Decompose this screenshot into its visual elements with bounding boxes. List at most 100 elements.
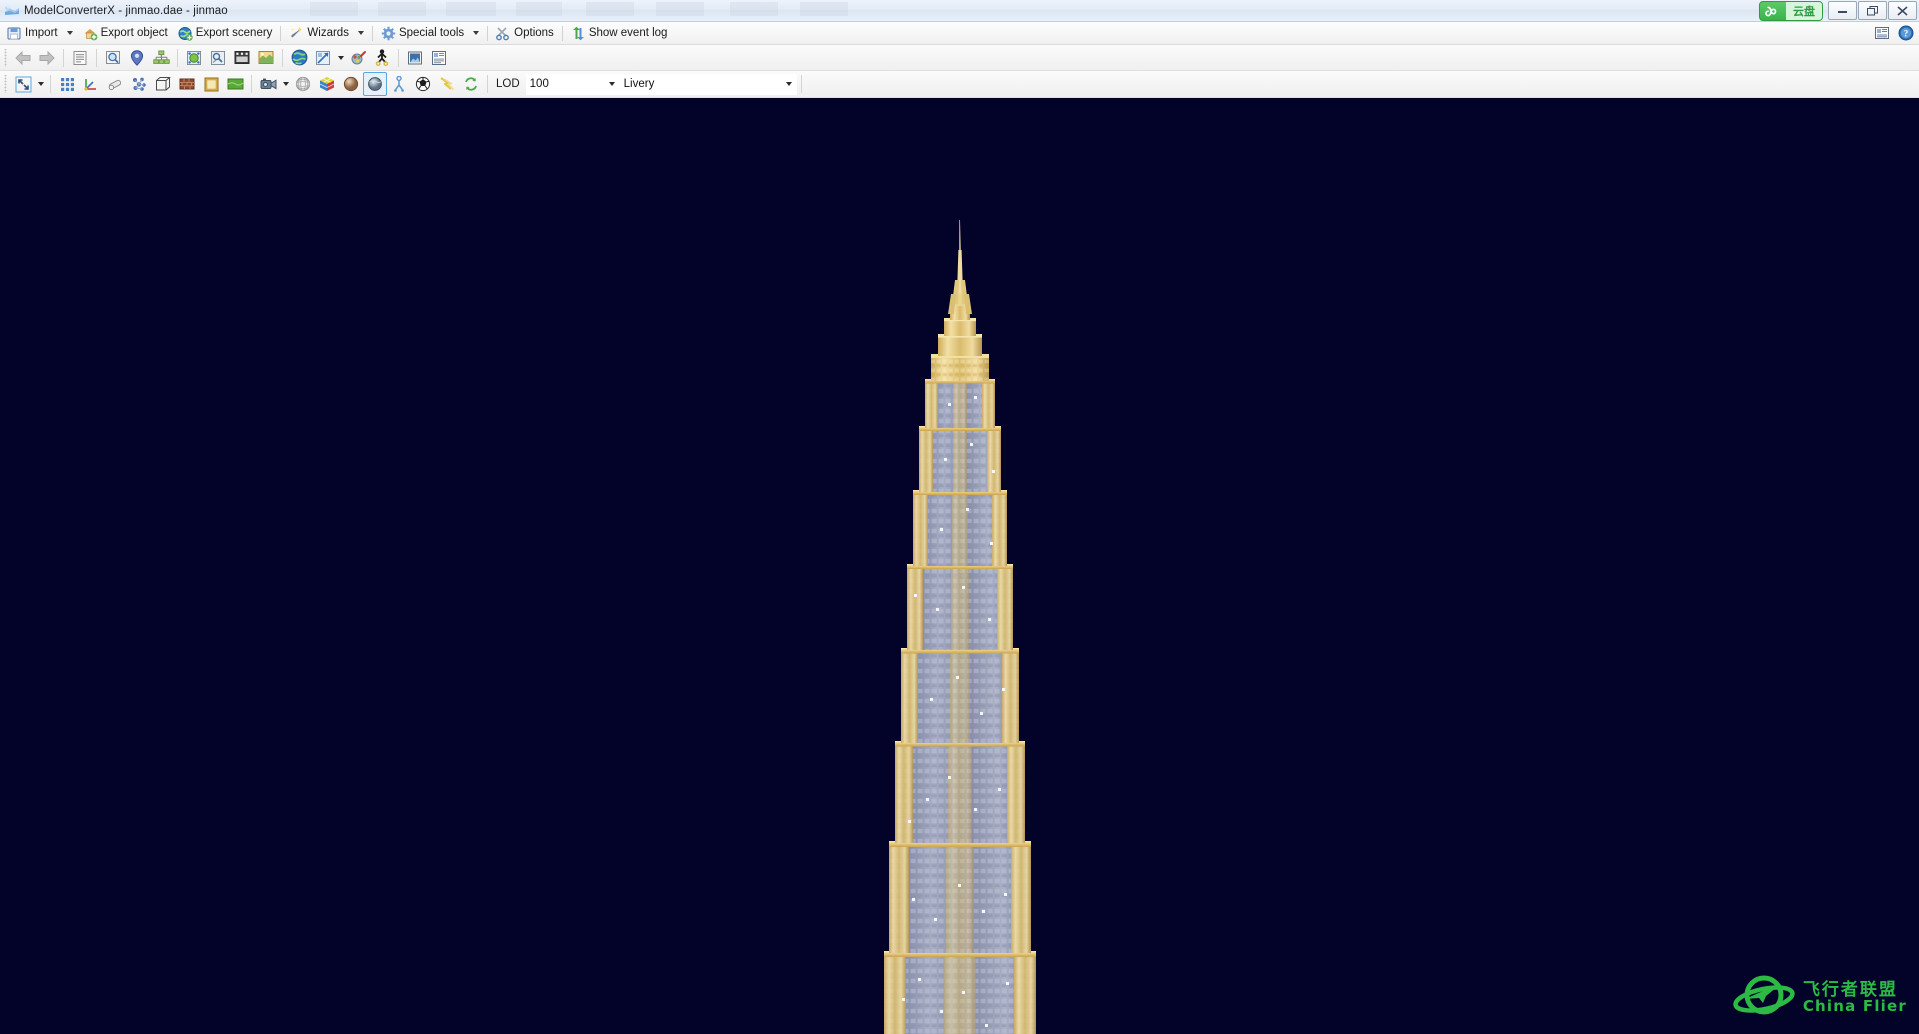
cloud-disk-icon	[1760, 2, 1786, 20]
special-tools-icon	[381, 26, 396, 41]
event-log-icon	[571, 26, 586, 41]
toolbar-separator	[487, 75, 488, 93]
toolbar-separator	[50, 75, 51, 93]
wireframe-box-icon[interactable]	[151, 72, 175, 96]
axis-icon[interactable]	[79, 72, 103, 96]
toolbar-view: LOD 100 Livery	[0, 71, 1919, 98]
crash-icon[interactable]	[254, 46, 278, 70]
menu-export-scenery-label: Export scenery	[195, 27, 273, 39]
camera-icon[interactable]	[256, 72, 280, 96]
menu-special-tools-label: Special tools	[398, 27, 465, 39]
menu-bar: Import Export object Export scenery Wiza…	[0, 22, 1919, 45]
eraser-icon[interactable]	[103, 72, 127, 96]
menu-export-scenery[interactable]: Export scenery	[173, 22, 278, 44]
modelconverterx-icon	[4, 3, 20, 19]
color-cube-icon[interactable]	[315, 72, 339, 96]
menu-options[interactable]: Options	[491, 22, 559, 44]
chevron-down-icon[interactable]	[357, 31, 364, 35]
fit-to-view-icon[interactable]	[11, 72, 35, 96]
chevron-down-icon[interactable]	[606, 75, 619, 94]
screenshot-icon[interactable]	[403, 46, 427, 70]
vertices-icon[interactable]	[127, 72, 151, 96]
chevron-down-icon[interactable]	[335, 47, 346, 69]
attach-point-icon[interactable]	[370, 46, 394, 70]
menu-bar-right-icons: ?	[1872, 23, 1916, 43]
menu-separator	[561, 25, 563, 41]
night-lighting-icon[interactable]	[363, 72, 387, 96]
magnifier-icon[interactable]	[101, 46, 125, 70]
menu-import-label: Import	[25, 27, 58, 39]
toolbar-separator	[251, 75, 252, 93]
bones-icon[interactable]	[387, 72, 411, 96]
menu-export-object[interactable]: Export object	[78, 22, 173, 44]
toolbar-grip[interactable]	[3, 75, 9, 93]
livery-value: Livery	[623, 78, 655, 90]
lightning-icon[interactable]	[435, 72, 459, 96]
close-button[interactable]	[1888, 1, 1917, 20]
restore-button[interactable]	[1858, 1, 1887, 20]
menu-wizards[interactable]: Wizards	[284, 22, 369, 44]
application-window: ModelConverterX - jinmao.dae - jinmao 云盘	[0, 0, 1919, 1034]
window-title: ModelConverterX - jinmao.dae - jinmao	[24, 4, 228, 17]
shaded-sphere-icon[interactable]	[339, 72, 363, 96]
options-icon	[496, 26, 511, 41]
material-editor-icon[interactable]	[182, 46, 206, 70]
arrow-right-icon[interactable]	[35, 46, 59, 70]
lod-label: LOD	[496, 78, 520, 90]
china-flier-planet-logo	[1733, 972, 1795, 1024]
chevron-down-icon[interactable]	[35, 73, 46, 95]
chevron-down-icon[interactable]	[66, 31, 73, 35]
menu-separator	[280, 25, 282, 41]
report-icon[interactable]	[1872, 23, 1892, 43]
help-icon[interactable]: ?	[1896, 23, 1916, 43]
import-icon	[7, 26, 22, 41]
cloud-disk-label: 云盘	[1786, 2, 1822, 20]
ground-plane-icon[interactable]	[223, 72, 247, 96]
cloud-disk-badge[interactable]: 云盘	[1759, 1, 1823, 21]
minimize-button[interactable]	[1828, 1, 1857, 20]
export-object-icon	[83, 26, 98, 41]
chevron-down-icon[interactable]	[783, 75, 796, 94]
drawcall-icon[interactable]	[311, 46, 335, 70]
toolbar-separator	[800, 75, 802, 93]
mesh-sphere-icon[interactable]	[291, 72, 315, 96]
menu-show-event-log-label: Show event log	[588, 27, 668, 39]
lod-combobox[interactable]: 100	[525, 73, 620, 95]
refresh-icon[interactable]	[459, 72, 483, 96]
list-icon[interactable]	[68, 46, 92, 70]
toolbar-primary	[0, 45, 1919, 71]
menu-special-tools[interactable]: Special tools	[376, 22, 484, 44]
title-bar: ModelConverterX - jinmao.dae - jinmao 云盘	[0, 0, 1919, 22]
toolbar-separator	[96, 48, 97, 67]
menu-export-object-label: Export object	[100, 27, 168, 39]
globe-icon[interactable]	[287, 46, 311, 70]
attached-objects-icon[interactable]	[206, 46, 230, 70]
menu-import[interactable]: Import	[2, 22, 78, 44]
svg-text:?: ?	[1904, 29, 1909, 39]
checker-sphere-icon[interactable]	[411, 72, 435, 96]
texture-tools-icon[interactable]	[346, 46, 370, 70]
hierarchy-icon[interactable]	[149, 46, 173, 70]
toolbar-separator	[398, 48, 399, 67]
background-window-tabs	[300, 2, 940, 16]
flat-shading-icon[interactable]	[199, 72, 223, 96]
toolbar-separator	[63, 48, 64, 67]
arrow-left-icon[interactable]	[11, 46, 35, 70]
menu-show-event-log[interactable]: Show event log	[566, 22, 673, 44]
watermark-line-en: China Flier	[1802, 997, 1907, 1016]
toolbar-grip[interactable]	[3, 48, 9, 67]
bricks-icon[interactable]	[175, 72, 199, 96]
report-view-icon[interactable]	[427, 46, 451, 70]
grid-icon[interactable]	[55, 72, 79, 96]
china-flier-watermark: 飞行者联盟 China Flier	[1733, 972, 1907, 1024]
livery-combobox[interactable]: Livery	[619, 73, 797, 95]
model-viewport[interactable]: 飞行者联盟 China Flier	[0, 98, 1919, 1034]
chevron-down-icon[interactable]	[280, 73, 291, 95]
model-render-canvas[interactable]	[0, 98, 1919, 1034]
film-icon[interactable]	[230, 46, 254, 70]
toolbar-separator	[282, 48, 283, 67]
map-pin-icon[interactable]	[125, 46, 149, 70]
chevron-down-icon[interactable]	[473, 31, 480, 35]
lod-value: 100	[529, 78, 549, 90]
window-controls	[1828, 1, 1917, 20]
